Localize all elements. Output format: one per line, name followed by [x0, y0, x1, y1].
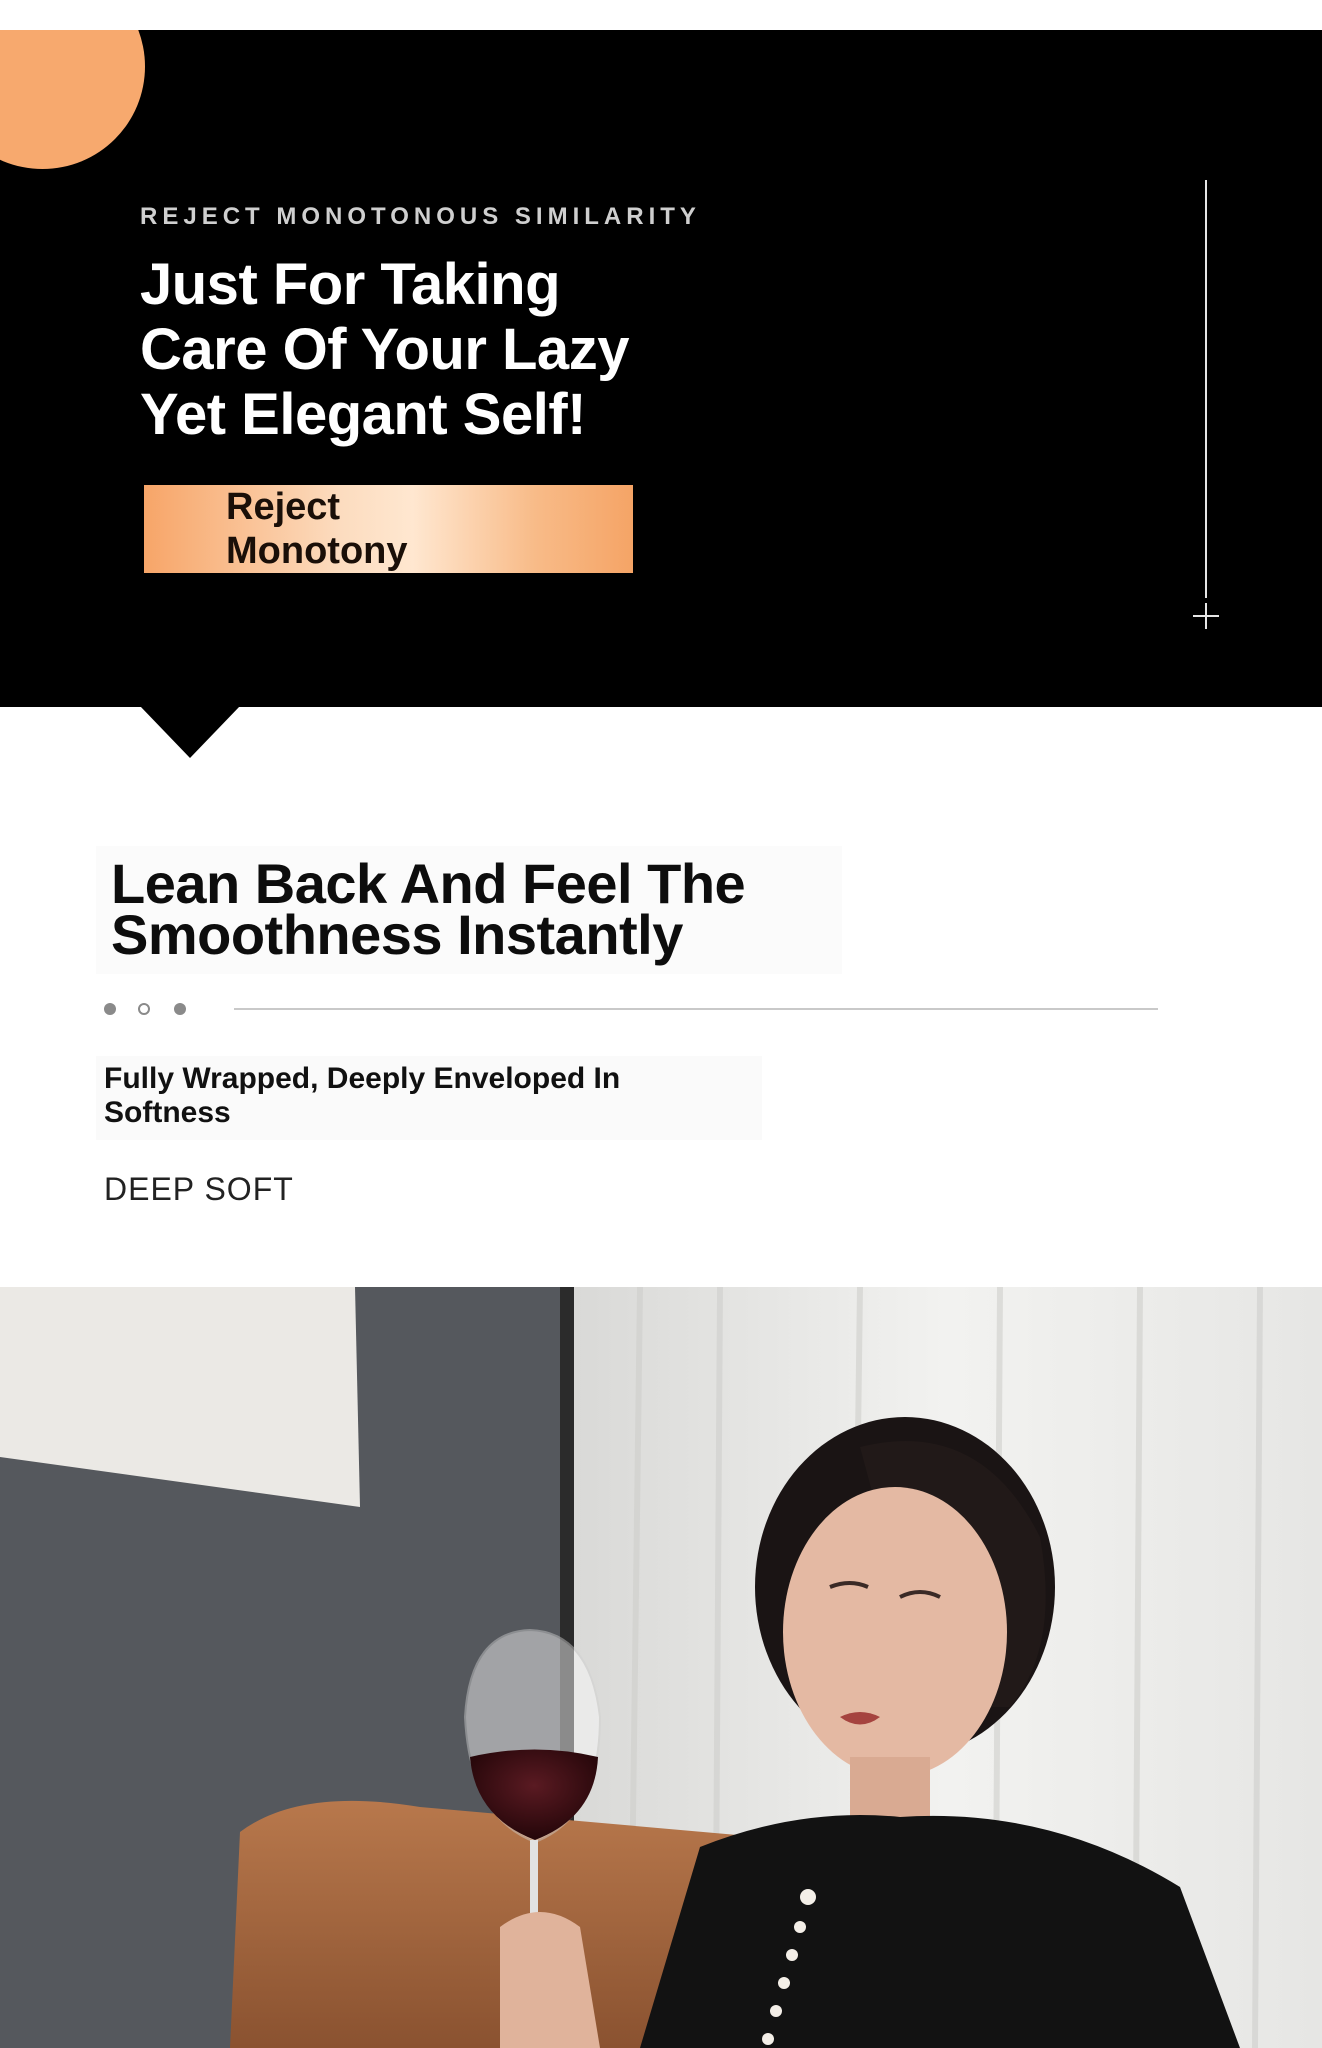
lifestyle-photo — [0, 1287, 1322, 2048]
hero-title-line-1: Just For Taking — [140, 252, 561, 317]
deep-soft-tag: DEEP SOFT — [104, 1171, 294, 1207]
section-subtitle-line-2: Softness — [104, 1096, 231, 1129]
photo-illustration — [0, 1287, 1322, 2048]
hero-eyebrow: REJECT MONOTONOUS SIMILARITY — [140, 203, 701, 230]
carousel-dot-2[interactable] — [138, 1003, 150, 1015]
cta-label-line-1: Reject — [226, 486, 341, 528]
carousel-dot-3[interactable] — [174, 1003, 186, 1015]
section-title: Lean Back And Feel The Smoothness Instan… — [111, 852, 871, 966]
hero-title-line-2: Care Of Your Lazy — [140, 317, 629, 382]
plus-icon[interactable] — [1193, 603, 1219, 629]
photo-face — [783, 1487, 1007, 1777]
section-subtitle: Fully Wrapped, Deeply Enveloped In Softn… — [104, 1062, 724, 1130]
pointer-triangle — [140, 706, 240, 758]
vertical-divider — [1205, 180, 1207, 598]
section-subtitle-line-1: Fully Wrapped, Deeply Enveloped In — [104, 1062, 621, 1095]
reject-monotony-button[interactable]: Reject Monotony — [144, 485, 633, 573]
horizontal-divider — [234, 1008, 1158, 1010]
cta-label: Reject Monotony — [226, 485, 466, 573]
cta-label-line-2: Monotony — [226, 530, 408, 572]
section-title-line-2: Smoothness Instantly — [111, 903, 683, 966]
hero-banner: REJECT MONOTONOUS SIMILARITY Just For Ta… — [0, 30, 1322, 707]
carousel-dot-1[interactable] — [104, 1003, 116, 1015]
hero-title: Just For Taking Care Of Your Lazy Yet El… — [140, 252, 760, 447]
hero-title-line-3: Yet Elegant Self! — [140, 382, 586, 447]
decorative-orange-circle — [0, 30, 145, 169]
section-title-line-1: Lean Back And Feel The — [111, 852, 746, 915]
top-strip — [0, 0, 1322, 30]
